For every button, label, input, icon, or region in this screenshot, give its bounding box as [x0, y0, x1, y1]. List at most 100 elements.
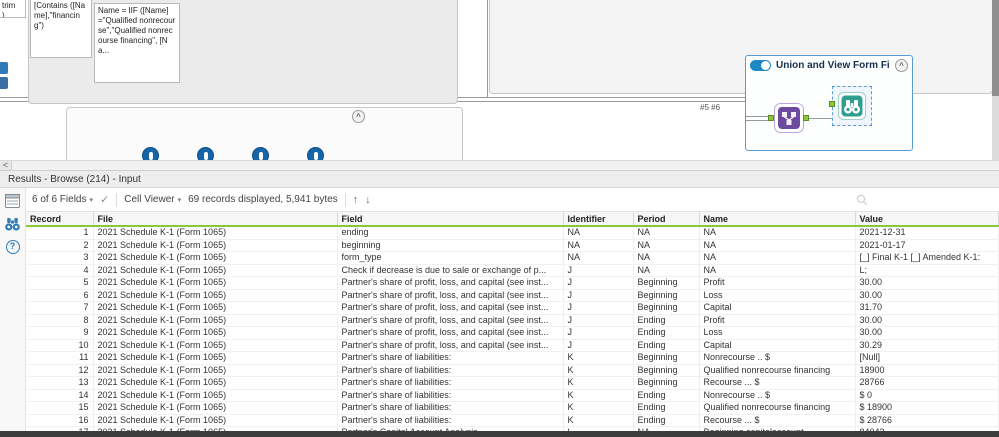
table-row[interactable]: 3 2021 Schedule K-1 (Form 1065) form_type N…	[26, 251, 999, 265]
cell-record[interactable]: 10	[26, 339, 94, 352]
scrollbar-thumb[interactable]	[992, 0, 999, 96]
table-row[interactable]: 11 2021 Schedule K-1 (Form 1065) Partner's…	[26, 351, 999, 365]
cell-name[interactable]: Nonrecourse .. $	[699, 389, 856, 402]
tool-icon[interactable]	[197, 147, 214, 160]
cell-value[interactable]: 18900	[855, 364, 999, 377]
cell-record[interactable]: 7	[26, 301, 94, 315]
cell-value[interactable]: 2021-01-17	[855, 239, 999, 252]
cell-name[interactable]: NA	[699, 264, 856, 277]
cell-field[interactable]: ending	[337, 226, 564, 240]
cell-identifier[interactable]: J	[563, 314, 634, 327]
cell-file[interactable]: 2021 Schedule K-1 (Form 1065)	[93, 251, 338, 265]
cell-period[interactable]: Ending	[633, 414, 700, 427]
cell-identifier[interactable]: NA	[563, 239, 634, 252]
tool-icon[interactable]	[307, 147, 324, 160]
cell-period[interactable]: Beginning	[633, 289, 700, 302]
workflow-canvas[interactable]: ^ trim ) [Contains ([Name],"financing") …	[0, 0, 999, 160]
clipped-tool-icon[interactable]	[0, 62, 8, 74]
clipped-tool-icon[interactable]	[0, 77, 8, 89]
cell-value[interactable]: 30.00	[855, 314, 999, 327]
cell-value[interactable]: [_] Final K-1 [_] Amended K-1:	[855, 251, 999, 265]
column-header-identifier[interactable]: Identifier	[563, 212, 634, 227]
cell-field[interactable]: Partner's share of profit, loss, and cap…	[337, 314, 564, 327]
cell-identifier[interactable]: NA	[563, 251, 634, 265]
cell-field[interactable]: Partner's share of liabilities:	[337, 414, 564, 427]
cell-period[interactable]: NA	[633, 251, 700, 265]
cell-field[interactable]: beginning	[337, 239, 564, 252]
cell-record[interactable]: 15	[26, 401, 94, 415]
browse-tool-selection[interactable]	[829, 86, 872, 126]
layout-config-icon[interactable]	[4, 193, 21, 209]
cell-value[interactable]: 2021-12-31	[855, 226, 999, 240]
move-down-button[interactable]: ↓	[365, 194, 371, 206]
cell-name[interactable]: Qualified nonrecourse financing	[699, 401, 856, 415]
cell-file[interactable]: 2021 Schedule K-1 (Form 1065)	[93, 301, 338, 315]
cell-period[interactable]: Beginning	[633, 364, 700, 377]
cell-name[interactable]: Capital	[699, 339, 856, 352]
cell-field[interactable]: Partner's share of liabilities:	[337, 401, 564, 415]
cell-period[interactable]: NA	[633, 226, 700, 240]
cell-value[interactable]: $ 18900	[855, 401, 999, 415]
table-row[interactable]: 12 2021 Schedule K-1 (Form 1065) Partner's…	[26, 364, 999, 377]
cell-identifier[interactable]: J	[563, 326, 634, 340]
cell-value[interactable]: 30.00	[855, 276, 999, 290]
cell-value[interactable]: 28766	[855, 376, 999, 390]
cell-identifier[interactable]: J	[563, 264, 634, 277]
cell-record[interactable]: 6	[26, 289, 94, 302]
cell-field[interactable]: Partner's share of liabilities:	[337, 364, 564, 377]
cell-file[interactable]: 2021 Schedule K-1 (Form 1065)	[93, 264, 338, 277]
union-tool-container[interactable]: Union and View Form Fields ^	[745, 55, 913, 151]
cell-record[interactable]: 1	[26, 226, 94, 240]
collapse-container-button[interactable]: ^	[352, 110, 365, 123]
column-header-record[interactable]: Record	[26, 212, 94, 227]
cell-value[interactable]: 30.00	[855, 289, 999, 302]
table-row[interactable]: 7 2021 Schedule K-1 (Form 1065) Partner's …	[26, 301, 999, 315]
container-enabled-toggle[interactable]	[750, 59, 771, 71]
input-anchor[interactable]	[829, 101, 835, 107]
cell-file[interactable]: 2021 Schedule K-1 (Form 1065)	[93, 226, 338, 240]
column-header-name[interactable]: Name	[699, 212, 856, 227]
cell-name[interactable]: NA	[699, 251, 856, 265]
cell-identifier[interactable]: K	[563, 364, 634, 377]
table-row[interactable]: 1 2021 Schedule K-1 (Form 1065) ending NA NA…	[26, 226, 999, 240]
cell-field[interactable]: Partner's share of profit, loss, and cap…	[337, 301, 564, 315]
cell-value[interactable]: [Null]	[855, 351, 999, 365]
table-row[interactable]: 9 2021 Schedule K-1 (Form 1065) Partner's …	[26, 326, 999, 340]
collapse-container-button[interactable]: ^	[895, 58, 908, 72]
scroll-left-button[interactable]: <	[0, 161, 12, 170]
table-row[interactable]: 8 2021 Schedule K-1 (Form 1065) Partner's …	[26, 314, 999, 327]
cell-record[interactable]: 13	[26, 376, 94, 390]
tool-icon[interactable]	[142, 147, 159, 160]
cell-name[interactable]: Loss	[699, 289, 856, 302]
cell-file[interactable]: 2021 Schedule K-1 (Form 1065)	[93, 401, 338, 415]
table-row[interactable]: 4 2021 Schedule K-1 (Form 1065) Check if d…	[26, 264, 999, 277]
column-header-field[interactable]: Field	[337, 212, 564, 227]
cell-value[interactable]: L;	[855, 264, 999, 277]
browse-view-icon[interactable]	[4, 216, 21, 232]
canvas-horizontal-scrollbar[interactable]: <	[0, 160, 999, 171]
table-row[interactable]: 15 2021 Schedule K-1 (Form 1065) Partner's…	[26, 401, 999, 415]
cell-identifier[interactable]: K	[563, 351, 634, 365]
cell-field[interactable]: Partner's share of liabilities:	[337, 351, 564, 365]
cell-record[interactable]: 14	[26, 389, 94, 402]
help-icon[interactable]: ?	[4, 239, 21, 255]
cell-name[interactable]: Recourse ... $	[699, 376, 856, 390]
cell-field[interactable]: Partner's share of liabilities:	[337, 376, 564, 390]
cell-period[interactable]: Beginning	[633, 301, 700, 315]
cell-value[interactable]: 30.00	[855, 326, 999, 340]
cell-period[interactable]: Ending	[633, 401, 700, 415]
fields-dropdown[interactable]: 6 of 6 Fields ▾	[32, 194, 93, 205]
cell-record[interactable]: 3	[26, 251, 94, 265]
cell-period[interactable]: NA	[633, 264, 700, 277]
cell-identifier[interactable]: K	[563, 389, 634, 402]
cell-file[interactable]: 2021 Schedule K-1 (Form 1065)	[93, 326, 338, 340]
cell-period[interactable]: NA	[633, 239, 700, 252]
tool-container-right[interactable]	[489, 0, 993, 94]
input-anchor[interactable]	[768, 115, 774, 121]
cell-name[interactable]: NA	[699, 239, 856, 252]
cell-period[interactable]: Ending	[633, 389, 700, 402]
cell-name[interactable]: Capital	[699, 301, 856, 315]
cell-name[interactable]: Nonrecourse .. $	[699, 351, 856, 365]
cell-period[interactable]: Ending	[633, 314, 700, 327]
table-row[interactable]: 5 2021 Schedule K-1 (Form 1065) Partner's …	[26, 276, 999, 290]
